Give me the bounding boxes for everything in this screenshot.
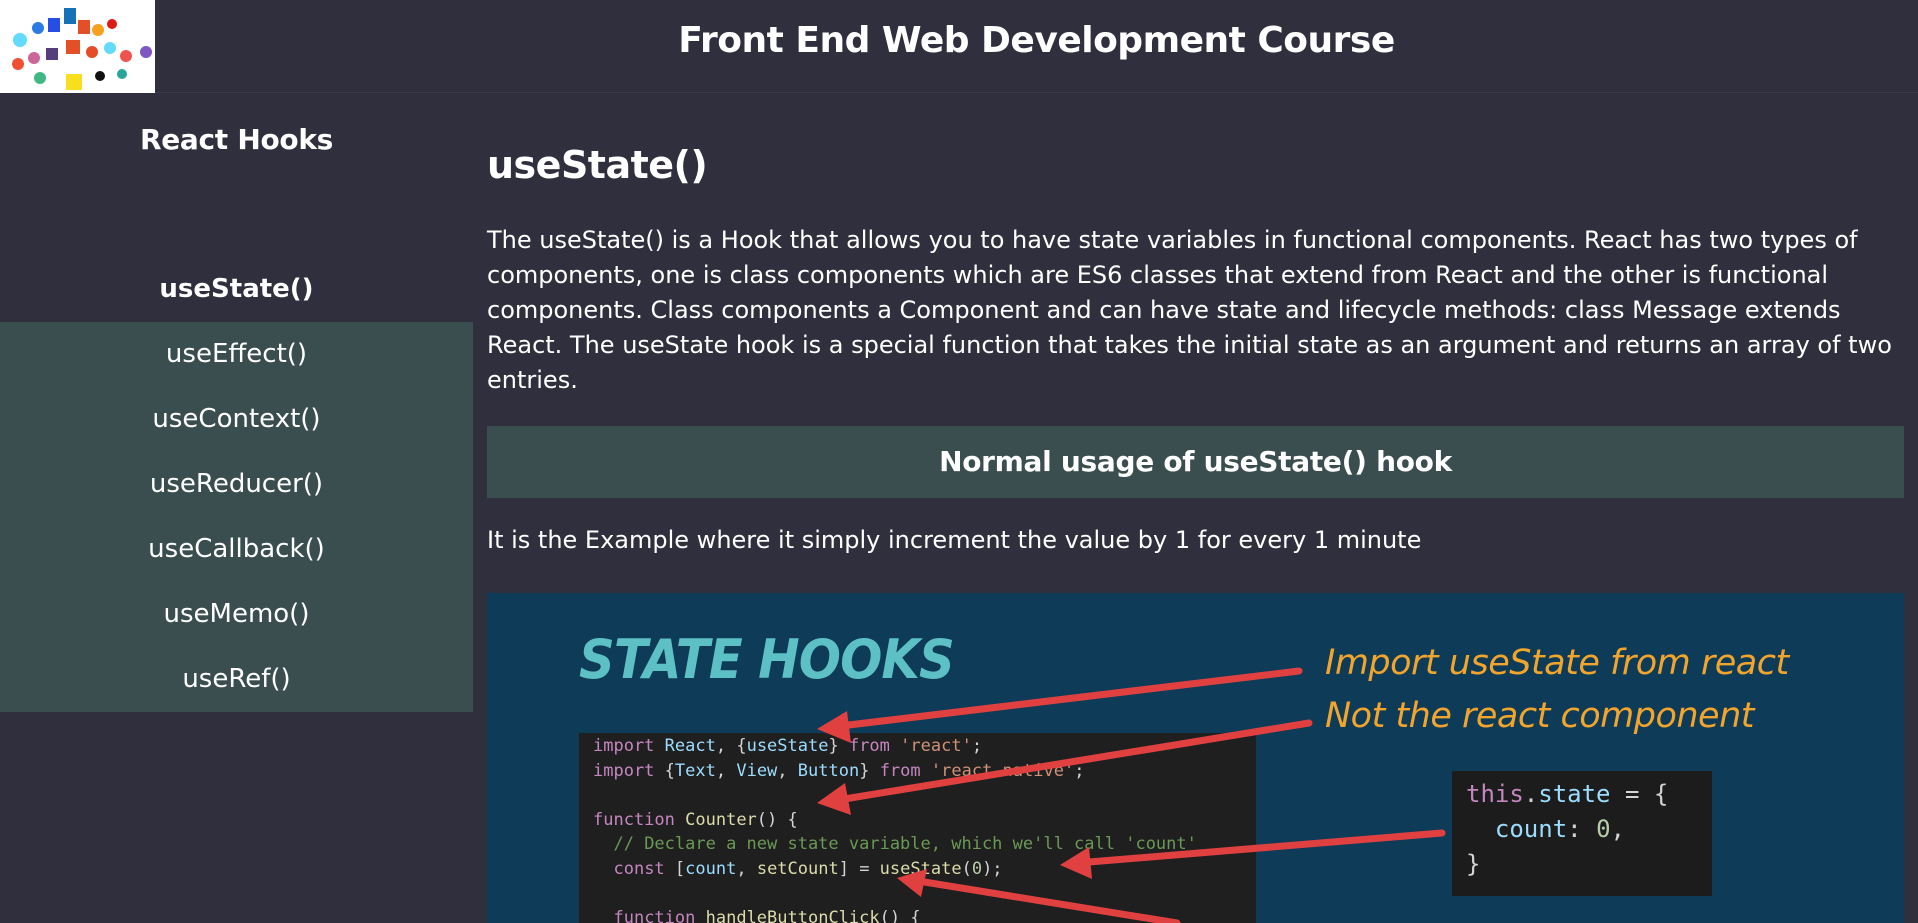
- sidebar-item-usecontext[interactable]: useContext(): [0, 387, 473, 452]
- sidebar-item-useeffect[interactable]: useEffect(): [0, 322, 473, 387]
- sidebar-item-usereducer[interactable]: useReducer(): [0, 452, 473, 517]
- sidebar-item-usememo[interactable]: useMemo(): [0, 582, 473, 647]
- sidebar-item-usestate[interactable]: useState(): [0, 257, 473, 322]
- section-heading: Normal usage of useState() hook: [487, 426, 1904, 498]
- sidebar-heading: React Hooks: [139, 123, 334, 156]
- site-title: Front End Web Development Course: [678, 20, 1395, 61]
- sidebar-item-usecallback[interactable]: useCallback(): [0, 517, 473, 582]
- state-hooks-image: STATE HOOKS Import useState from react N…: [487, 593, 1904, 923]
- sidebar-item-useref[interactable]: useRef(): [0, 647, 473, 712]
- page-title: useState(): [487, 143, 708, 187]
- example-caption: It is the Example where it simply increm…: [487, 526, 1422, 554]
- annotation-arrows: [817, 667, 1446, 923]
- sidebar: React Hooks useState() useEffect() useCo…: [0, 93, 473, 923]
- site-header: Front End Web Development Course: [0, 0, 1918, 93]
- description-paragraph: The useState() is a Hook that allows you…: [487, 226, 1892, 394]
- hooks-menu: useState() useEffect() useContext() useR…: [0, 257, 473, 712]
- course-logo[interactable]: [0, 0, 155, 93]
